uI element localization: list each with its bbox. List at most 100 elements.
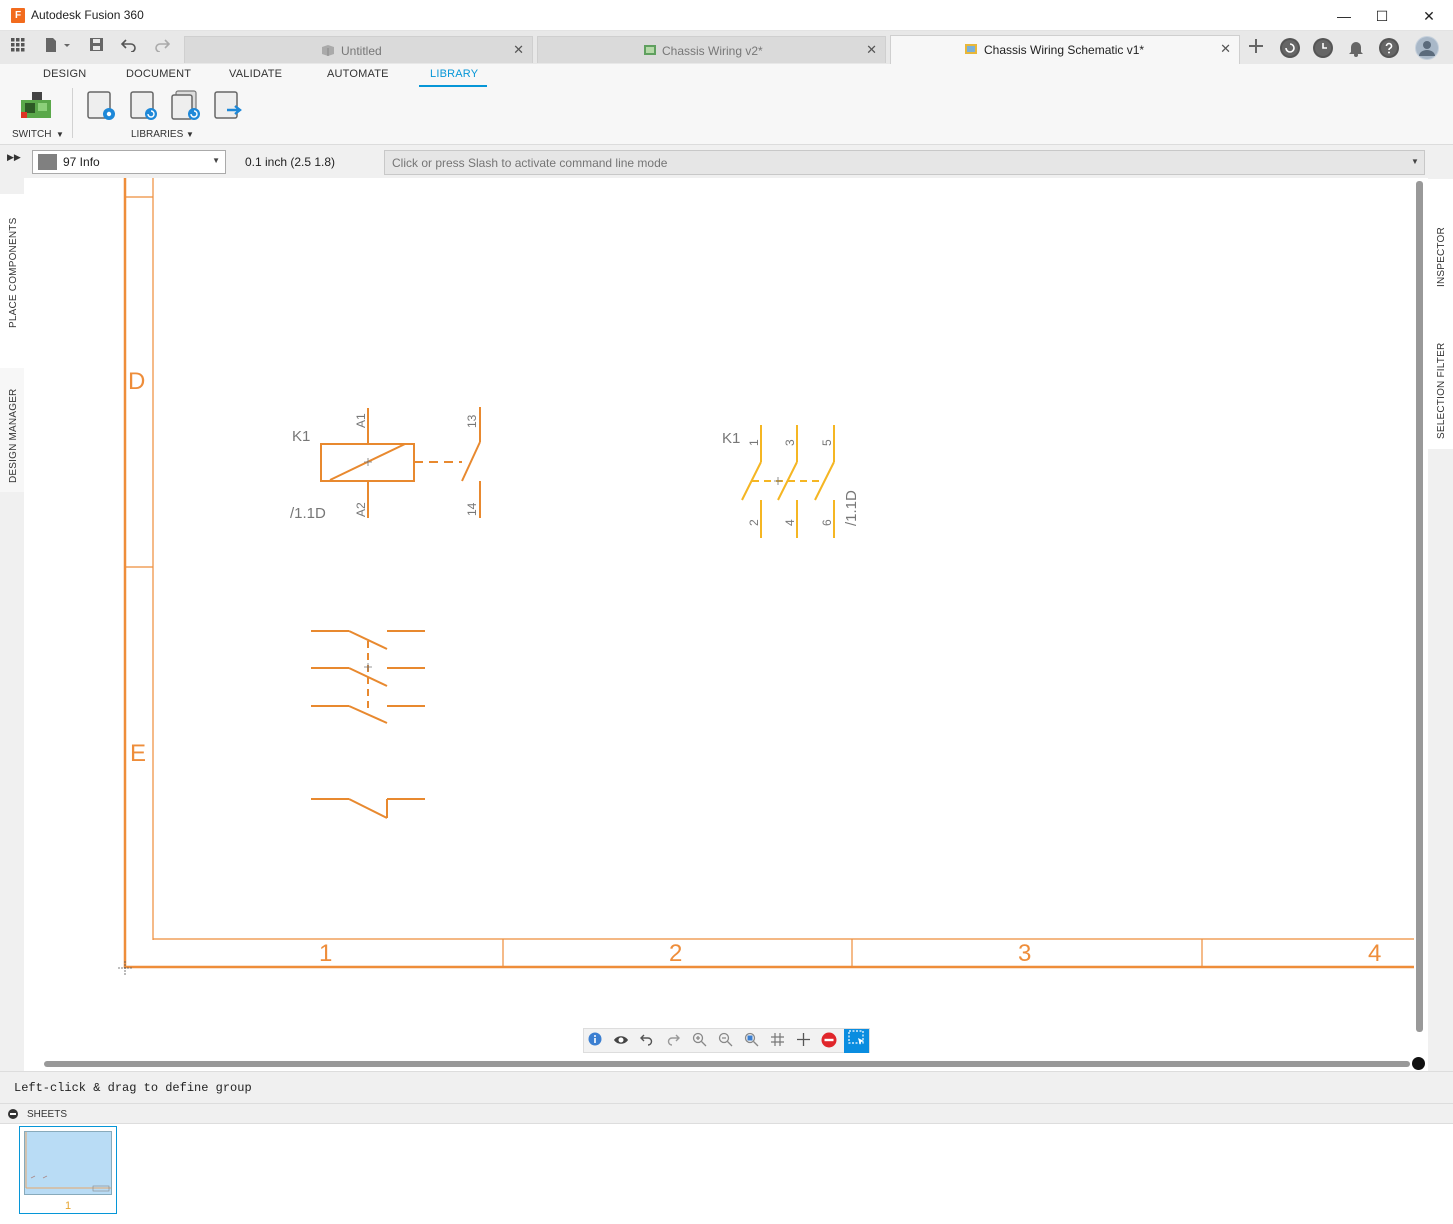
redo-button[interactable] [663, 1032, 683, 1050]
layer-value: 97 Info [63, 155, 100, 169]
tab-chassis-wiring[interactable]: Chassis Wiring v2* ✕ [537, 36, 886, 63]
tab-document[interactable]: DOCUMENT [126, 68, 191, 80]
zoom-in-button[interactable] [689, 1032, 709, 1050]
undo-button[interactable] [118, 37, 140, 59]
contact-xref: /1.1D [843, 490, 860, 526]
select-icon [847, 1030, 864, 1045]
redo-icon [667, 1034, 680, 1046]
sheet-thumbnail[interactable]: 1 [19, 1126, 117, 1214]
switch-group-label[interactable]: SWITCH [12, 129, 51, 140]
contact-name: K1 [722, 430, 740, 447]
pin-label: 6 [820, 519, 834, 526]
frame-col-label: 3 [1018, 940, 1031, 967]
export-library-button[interactable] [213, 90, 243, 122]
window-title: Autodesk Fusion 360 [31, 8, 144, 22]
fusion-logo-icon: F [11, 8, 25, 23]
close-tab-icon[interactable]: ✕ [1220, 41, 1231, 57]
sheet-preview-drawing [25, 1132, 111, 1192]
vertical-scrollbar[interactable] [1416, 181, 1423, 1032]
sheet-number: 1 [64, 1200, 72, 1212]
save-button[interactable] [85, 37, 107, 59]
schematic-canvas[interactable]: D E 1 2 3 4 K1 /1.1D A1 A2 13 14 K1 /1.1… [24, 178, 1428, 1071]
zoom-in-icon [692, 1032, 706, 1047]
app-grid-button[interactable] [7, 37, 29, 59]
tab-chassis-wiring-schematic[interactable]: Chassis Wiring Schematic v1* ✕ [890, 35, 1240, 64]
update-library-button[interactable] [129, 90, 159, 122]
ribbon: DESIGN DOCUMENT VALIDATE AUTOMATE LIBRAR… [0, 64, 1453, 145]
three-pole-contact-k1[interactable]: K1 /1.1D 1 3 5 2 4 6 [722, 425, 860, 538]
notifications-button[interactable] [1346, 38, 1366, 58]
libraries-dropdown-icon[interactable]: ▼ [186, 130, 194, 139]
libraries-group-label[interactable]: LIBRARIES [131, 129, 183, 140]
tab-untitled[interactable]: Untitled ✕ [184, 36, 533, 63]
tab-automate[interactable]: AUTOMATE [327, 68, 389, 80]
selection-filter-tab[interactable]: SELECTION FILTER [1436, 343, 1447, 439]
extensions-icon[interactable] [1280, 38, 1300, 58]
tab-design[interactable]: DESIGN [43, 68, 86, 80]
close-tab-icon[interactable]: ✕ [513, 42, 524, 58]
tab-validate[interactable]: VALIDATE [229, 68, 282, 80]
canvas-corner-icon[interactable] [1412, 1057, 1425, 1070]
tab-library[interactable]: LIBRARY [430, 68, 478, 80]
library-refresh-icon [130, 91, 157, 120]
stop-button[interactable] [819, 1032, 839, 1050]
design-manager-tab[interactable]: DESIGN MANAGER [8, 389, 19, 483]
minimize-button[interactable]: — [1332, 5, 1356, 27]
grid-button[interactable] [767, 1032, 787, 1050]
place-components-tab[interactable]: PLACE COMPONENTS [8, 218, 19, 328]
redo-button[interactable] [151, 37, 173, 59]
library-manager-button[interactable] [86, 90, 116, 122]
grid-size-readout: 0.1 inch (2.5 1.8) [245, 155, 336, 169]
horizontal-contact-symbol[interactable] [311, 798, 425, 819]
zoom-fit-button[interactable] [741, 1032, 761, 1050]
crosshair-button[interactable] [793, 1032, 813, 1050]
update-all-libraries-button[interactable] [170, 90, 200, 122]
info-icon [588, 1032, 602, 1046]
info-button[interactable] [585, 1032, 605, 1050]
auxiliary-contact[interactable]: 13 14 [461, 407, 481, 518]
horizontal-scrollbar[interactable] [44, 1061, 1410, 1067]
navigation-toolbar [583, 1028, 870, 1053]
expand-left-panel-icon[interactable]: ▶▶ [7, 152, 21, 163]
sheets-header: SHEETS [0, 1103, 1453, 1124]
command-history-dropdown-icon[interactable]: ▼ [1411, 157, 1419, 166]
box-icon [322, 45, 334, 56]
sheets-panel: 1 [0, 1124, 1453, 1224]
command-line-input[interactable] [384, 150, 1425, 175]
title-bar: F Autodesk Fusion 360 — ☐ ✕ [0, 0, 1453, 31]
inspector-tab[interactable]: INSPECTOR [1436, 227, 1447, 287]
help-icon [1381, 40, 1397, 56]
bell-icon [1349, 42, 1363, 57]
collapse-sheets-icon[interactable] [8, 1109, 18, 1119]
new-tab-button[interactable] [1245, 37, 1267, 59]
library-export-icon [214, 91, 242, 119]
file-icon [46, 38, 70, 52]
close-tab-icon[interactable]: ✕ [866, 42, 877, 58]
select-button[interactable] [844, 1029, 869, 1053]
zoom-out-button[interactable] [715, 1032, 735, 1050]
help-button[interactable] [1379, 38, 1399, 58]
pin-label: 3 [783, 439, 797, 446]
user-avatar[interactable] [1415, 36, 1439, 60]
crosshair-icon [796, 1033, 810, 1046]
horizontal-three-pole-symbol[interactable] [311, 630, 425, 724]
close-window-button[interactable]: ✕ [1417, 5, 1441, 27]
pin-label: 4 [783, 519, 797, 526]
undo-button[interactable] [637, 1032, 657, 1050]
avatar-icon [1416, 37, 1438, 59]
right-side-panel: INSPECTOR SELECTION FILTER [1428, 145, 1453, 1071]
maximize-button[interactable]: ☐ [1370, 5, 1394, 27]
file-menu-button[interactable] [40, 37, 74, 59]
switch-editor-button[interactable] [19, 90, 51, 122]
save-icon [89, 38, 103, 51]
relay-coil-k1[interactable]: K1 /1.1D A1 A2 [290, 408, 462, 522]
show-button[interactable] [611, 1032, 631, 1050]
coil-xref: /1.1D [290, 505, 326, 522]
job-status-icon[interactable] [1313, 38, 1333, 58]
switch-dropdown-icon[interactable]: ▼ [56, 130, 64, 139]
active-tab-indicator [419, 85, 487, 87]
ribbon-divider [72, 88, 73, 138]
layer-select[interactable]: 97 Info ▼ [32, 150, 226, 174]
schematic-drawing[interactable]: D E 1 2 3 4 K1 /1.1D A1 A2 13 14 K1 /1.1… [24, 178, 1428, 1071]
board-icon [644, 45, 656, 55]
